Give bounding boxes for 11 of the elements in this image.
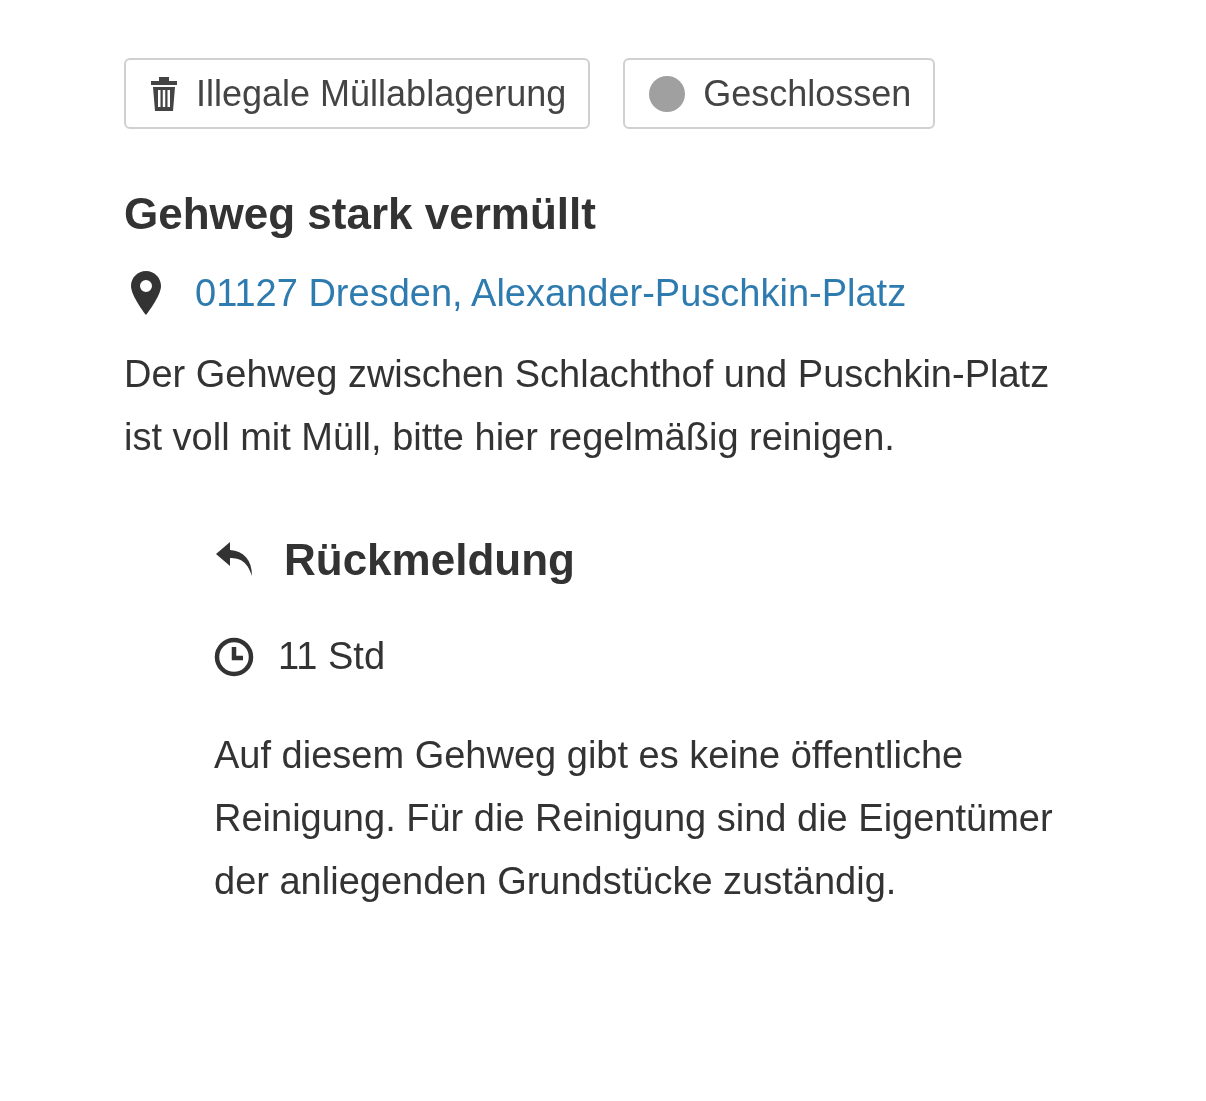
description-text: Der Gehweg zwischen Schlachthof und Puschkin-Platz ist voll mit Müll, bitte hier regelmäßig reinigen. — [124, 352, 1051, 460]
category-label: Illegale Müllablagerung — [196, 72, 567, 115]
location-link[interactable]: 01127 Dresden, Alexander-Puschkin-Platz — [195, 271, 907, 315]
feedback-text: Auf diesem Gehweg gibt es keine öffentliche Reinigung. Für die Reinigung sind die Eigentümer der anliegenden Grundstücke zuständig. — [214, 733, 1054, 904]
feedback-time: 11 Std — [278, 635, 386, 678]
report-title: Gehweg stark vermüllt — [124, 188, 597, 240]
map-pin-icon — [131, 271, 161, 315]
clock-icon — [214, 636, 254, 677]
trash-icon — [150, 76, 178, 111]
status-label: Geschlossen — [703, 72, 912, 115]
feedback-heading: Rückmeldung — [284, 535, 575, 585]
